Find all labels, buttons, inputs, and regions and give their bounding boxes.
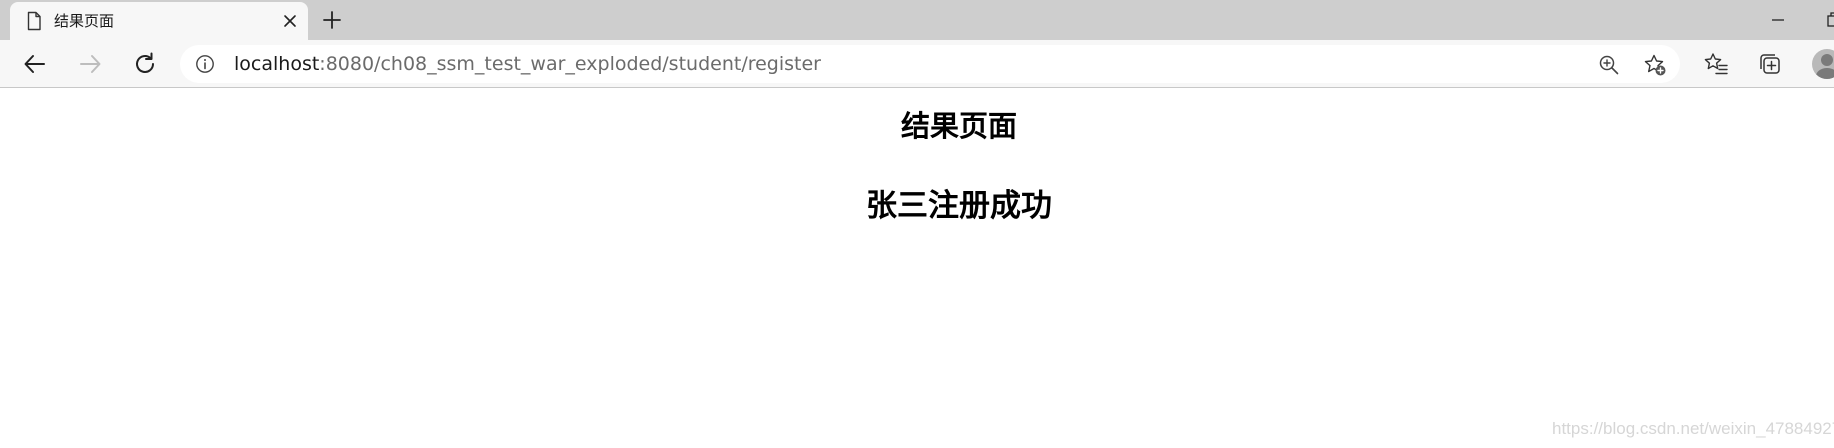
back-arrow-icon[interactable] (21, 50, 49, 78)
collections-icon[interactable] (1757, 51, 1783, 77)
minimize-icon[interactable] (1766, 8, 1790, 32)
plus-icon[interactable] (320, 8, 344, 32)
reload-icon[interactable] (131, 50, 159, 78)
info-icon[interactable] (195, 54, 215, 74)
tab-title: 结果页面 (54, 12, 115, 30)
page-title: 结果页面 (900, 109, 1017, 143)
forward-arrow-icon[interactable] (76, 50, 104, 78)
browser-toolbar: localhost:8080/ch08_ssm_test_war_explode… (0, 40, 1834, 88)
zoom-in-icon[interactable] (1598, 54, 1620, 76)
url-path: :8080/ch08_ssm_test_war_exploded/student… (319, 53, 821, 75)
url-host: localhost (234, 53, 320, 75)
address-bar[interactable]: localhost:8080/ch08_ssm_test_war_explode… (180, 45, 1680, 83)
profile-head (1821, 54, 1833, 66)
profile-body (1816, 68, 1834, 79)
star-add-icon[interactable] (1643, 53, 1667, 77)
tab-result-page[interactable]: 结果页面 (10, 2, 308, 40)
restore-icon[interactable] (1822, 8, 1834, 32)
result-message: 张三注册成功 (866, 188, 1052, 224)
browser-window: 结果页面 localhost:8080/ch08_ssm_test_war_ex… (0, 0, 1834, 448)
favorites-icon[interactable] (1703, 51, 1729, 77)
profile-icon[interactable] (1812, 49, 1834, 79)
url-text[interactable]: localhost:8080/ch08_ssm_test_war_explode… (234, 52, 821, 76)
tab-strip: 结果页面 (0, 0, 1834, 40)
close-icon[interactable] (280, 11, 300, 31)
watermark: https://blog.csdn.net/weixin_47884927 (1552, 419, 1834, 438)
page-content: 结果页面 张三注册成功 https://blog.csdn.net/weixin… (0, 88, 1834, 448)
page-icon (24, 11, 44, 31)
